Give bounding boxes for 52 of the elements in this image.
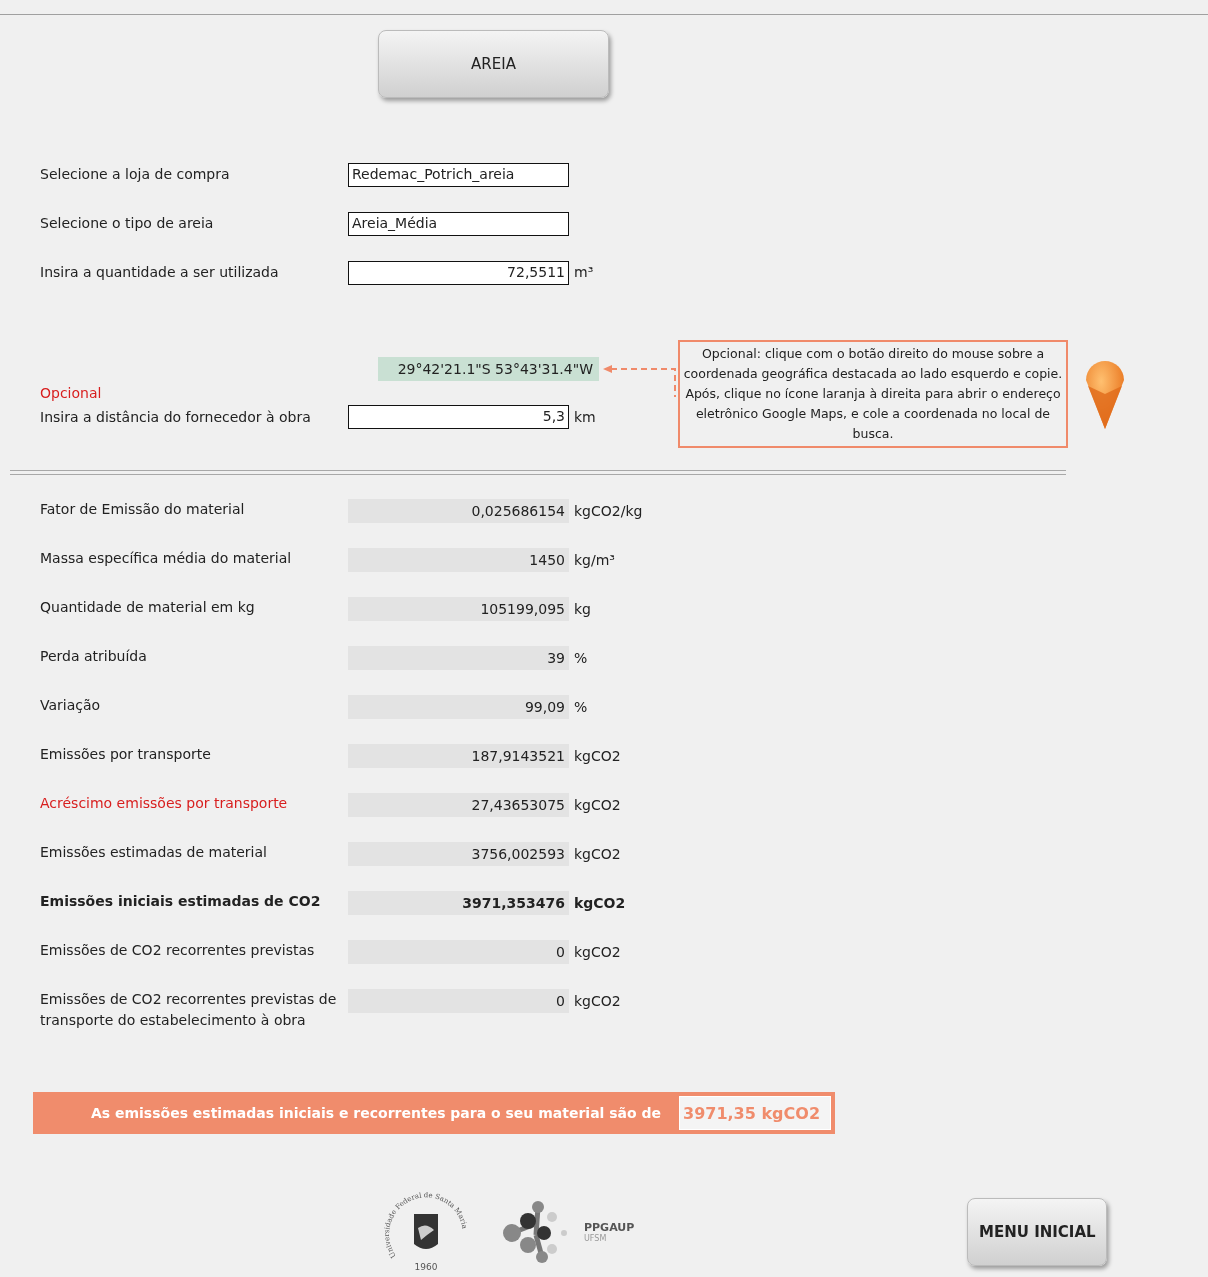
coordinate-cell: 29°42'21.1"S 53°43'31.4"W [378,357,599,381]
value-cell: 105199,095 [348,597,569,621]
result-label: Emissões de CO2 recorrentes previstas de transporte do estabelecimento à obra [39,990,338,1030]
menu-button[interactable]: MENU INICIAL [967,1198,1108,1266]
optional-label: Opcional [39,384,103,403]
result-label: Variação [39,696,102,715]
logo-text: PPGAUP [584,1220,635,1234]
result-label: Fator de Emissão do material [39,500,246,519]
unit-label: km [573,407,596,427]
field-label: Selecione o tipo de areia [39,214,215,233]
result-label: Emissões iniciais estimadas de CO2 [39,892,322,911]
result-label: Perda atribuída [39,647,148,666]
result-label: Acréscimo emissões por transporte [39,794,289,813]
unit-label: kgCO2 [573,796,621,815]
value-cell: 27,43653075 [348,793,569,817]
unit-label: kgCO2 [573,747,621,766]
logo-subtitle: UFSM [584,1233,608,1244]
unit-label: kg [573,600,591,619]
field-label: Selecione a loja de compra [39,165,231,184]
value-cell: 99,09 [348,695,569,719]
unit-label: kgCO2 [573,894,626,913]
field-label: Insira a quantidade a ser utilizada [39,263,280,282]
value-cell: 1450 [348,548,569,572]
value-cell: 0,025686154 [348,499,569,523]
value-cell: 3756,002593 [348,842,569,866]
unit-label: kg/m³ [573,551,615,570]
callout-note: Opcional: clique com o botão direito do mouse sobre a coordenada geográfica destacada ao lado esquerdo e copie. Após, clique no ícone laranja à direita para abrir o endereço eletrônico Google Maps, e cole a coordenada no local de busca. [678,340,1068,448]
result-label: Emissões estimadas de material [39,843,268,862]
title-button[interactable]: AREIA [378,30,609,98]
unit-label: kgCO2 [573,845,621,864]
unit-label: kgCO2 [573,943,621,962]
value-cell: 187,9143521 [348,744,569,768]
input-field[interactable]: 5,3 [348,405,569,429]
unit-label: kgCO2/kg [573,502,643,521]
result-label: Emissões por transporte [39,745,212,764]
input-field[interactable]: Redemac_Potrich_areia [348,162,569,187]
result-label: Quantidade de material em kg [39,598,256,617]
unit-label: % [573,698,588,717]
unit-label: m³ [573,263,594,282]
unit-label: % [573,649,588,668]
result-label: Massa específica média do material [39,549,293,568]
unit-label: kgCO2 [573,992,621,1011]
field-label: Insira a distância do fornecedor à obra [39,407,312,427]
input-field[interactable]: 72,5511 [348,260,569,285]
summary-value: 3971,35 kgCO2 [679,1096,831,1130]
value-cell: 39 [348,646,569,670]
input-field[interactable]: Areia_Média [348,211,569,236]
value-cell: 0 [348,940,569,964]
value-cell: 3971,353476 [348,891,569,915]
value-cell: 0 [348,989,569,1013]
result-label: Emissões de CO2 recorrentes previstas [39,941,316,960]
summary-text: As emissões estimadas iniciais e recorrentes para o seu material são de [89,1103,663,1123]
